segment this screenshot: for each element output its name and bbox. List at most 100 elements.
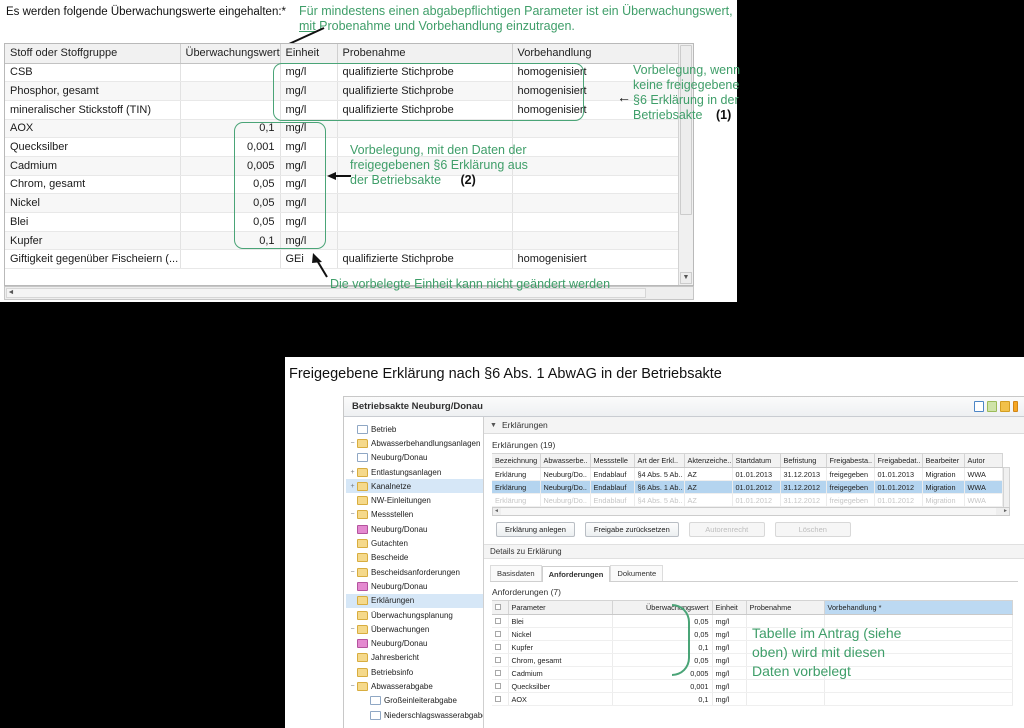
close-icon[interactable] xyxy=(1013,401,1018,412)
edit-icon[interactable] xyxy=(987,401,997,412)
tree-item-betrieb[interactable]: Betrieb xyxy=(346,422,483,436)
col-vorbehandlung[interactable]: Vorbehandlung * xyxy=(824,600,1013,615)
cell-probenahme[interactable]: qualifizierte Stichprobe xyxy=(337,81,513,101)
col-messstelle[interactable]: Messstelle xyxy=(590,453,635,468)
freigabe-zuruecksetzen-button[interactable]: Freigabe zurücksetzen xyxy=(584,522,679,537)
cell-probenahme[interactable]: qualifizierte Stichprobe xyxy=(337,63,513,83)
tree-item-gutachten[interactable]: Gutachten xyxy=(346,536,483,550)
cell-probenahme[interactable]: qualifizierte Stichprobe xyxy=(337,249,513,270)
cell-vorbehandlung[interactable]: homogenisiert xyxy=(512,249,680,270)
tree-item-neuburg-donau-ueberwachung[interactable]: Neuburg/Donau xyxy=(346,636,483,650)
tree-item-abwasserabgabe[interactable]: − Abwasserabgabe xyxy=(346,679,483,693)
col-select-all[interactable] xyxy=(492,600,509,615)
table-row[interactable]: Blei 0,05 mg/l xyxy=(5,212,680,232)
table-row[interactable]: CSB mg/l qualifizierte Stichprobe homogenis… xyxy=(5,63,680,83)
note-icon[interactable] xyxy=(1000,401,1010,412)
col-freigabestatus[interactable]: Freigabesta.. xyxy=(826,453,875,468)
table-row[interactable]: AOX 0,1 mg/l xyxy=(5,119,680,139)
erklaerung-anlegen-button[interactable]: Erklärung anlegen xyxy=(496,522,575,537)
checkbox-icon[interactable] xyxy=(495,630,501,637)
col-parameter[interactable]: Parameter xyxy=(508,600,613,615)
table-row[interactable]: Erklärung Neuburg/Do.. Endablauf §4 Abs.… xyxy=(492,493,1003,507)
col-freigabedatum[interactable]: Freigabedat.. xyxy=(874,453,923,468)
scroll-left-arrow-icon[interactable]: ◄ xyxy=(494,508,499,515)
scrollbar-thumb[interactable] xyxy=(501,508,996,515)
tree-item-jahresbericht[interactable]: Jahresbericht xyxy=(346,651,483,665)
col-startdatum[interactable]: Startdatum xyxy=(732,453,781,468)
erklaerungen-vertical-scrollbar[interactable] xyxy=(1003,467,1010,512)
table-row[interactable]: Nickel 0,05 mg/l xyxy=(5,193,680,213)
cell-vorbehandlung[interactable] xyxy=(512,212,680,232)
cell-vorbehandlung[interactable] xyxy=(512,231,680,251)
tree-item-neuburg-donau-bescheid[interactable]: Neuburg/Donau xyxy=(346,579,483,593)
col-stoff[interactable]: Stoff oder Stoffgruppe xyxy=(5,44,181,64)
section-header-erklaerungen[interactable]: ▼ Erklärungen xyxy=(484,417,1024,434)
checkbox-icon[interactable] xyxy=(495,669,501,676)
cell-wert[interactable] xyxy=(180,81,281,101)
tree-item-erklaerungen[interactable]: Erklärungen xyxy=(346,593,483,608)
erklaerungen-horizontal-scrollbar[interactable]: ◄ ► xyxy=(492,507,1010,516)
checkbox-icon[interactable] xyxy=(495,656,501,663)
cell-probenahme[interactable] xyxy=(337,119,513,139)
tree-item-abwasserbehandlungsanlagen[interactable]: − Abwasserbehandlungsanlagen xyxy=(346,436,483,450)
expander-icon[interactable]: + xyxy=(348,469,357,476)
antrag-grid[interactable]: Stoff oder Stoffgruppe Überwachungswert … xyxy=(4,43,694,286)
chevron-down-icon[interactable]: ▼ xyxy=(490,422,497,429)
expander-icon[interactable]: − xyxy=(348,440,357,447)
table-row[interactable]: mineralischer Stickstoff (TIN) mg/l qualif… xyxy=(5,100,680,120)
table-row[interactable]: Quecksilber 0,001 mg/l xyxy=(492,679,1013,693)
table-row[interactable]: Kupfer 0,1 mg/l xyxy=(5,231,680,251)
table-row[interactable]: AOX 0,1 mg/l xyxy=(492,692,1013,706)
expander-icon[interactable]: − xyxy=(348,683,357,690)
expander-icon[interactable]: + xyxy=(348,483,357,490)
table-row[interactable]: Erklärung Neuburg/Do.. Endablauf §6 Abs.… xyxy=(492,480,1003,494)
cell-checkbox[interactable] xyxy=(492,666,509,680)
cell-probenahme[interactable] xyxy=(337,231,513,251)
tree-item-messstellen[interactable]: − Messstellen xyxy=(346,508,483,522)
col-probenahme[interactable]: Probenahme xyxy=(337,44,513,64)
col-ueberwachungswert[interactable]: Überwachungswert xyxy=(180,44,281,64)
checkbox-icon[interactable] xyxy=(495,617,501,624)
col-autor[interactable]: Autor xyxy=(964,453,1003,468)
tree-item-niederschlagswasserabgabe[interactable]: Niederschlagswasserabgabe xyxy=(346,708,483,722)
restore-window-icon[interactable] xyxy=(974,401,984,412)
tree-item-neuburg-donau-messstelle[interactable]: Neuburg/Donau xyxy=(346,522,483,536)
cell-wert[interactable]: 0,05 xyxy=(180,193,281,213)
cell-wert[interactable]: 0,05 xyxy=(180,212,281,232)
cell-wert[interactable]: 0,1 xyxy=(180,231,281,251)
cell-probenahme[interactable]: qualifizierte Stichprobe xyxy=(337,100,513,120)
cell-wert[interactable] xyxy=(180,100,281,120)
checkbox-icon[interactable] xyxy=(495,695,501,702)
col-bearbeiter[interactable]: Bearbeiter xyxy=(922,453,965,468)
checkbox-icon[interactable] xyxy=(495,604,501,610)
table-row[interactable]: Erklärung Neuburg/Do.. Endablauf §4 Abs.… xyxy=(492,467,1003,481)
expander-icon[interactable]: − xyxy=(348,511,357,518)
checkbox-icon[interactable] xyxy=(495,682,501,689)
cell-wert[interactable]: 0,05 xyxy=(180,175,281,195)
col-einheit[interactable]: Einheit xyxy=(712,600,747,615)
cell-probenahme[interactable] xyxy=(337,212,513,232)
tree-item-grosseinleiterabgabe[interactable]: Großeinleiterabgabe xyxy=(346,694,483,708)
col-einheit[interactable]: Einheit xyxy=(280,44,338,64)
tree-item-bescheide[interactable]: Bescheide xyxy=(346,551,483,565)
tree-item-entlastungsanlagen[interactable]: + Entlastungsanlagen xyxy=(346,465,483,479)
col-ueberwachungswert[interactable]: Überwachungswert xyxy=(612,600,713,615)
scroll-left-arrow-icon[interactable]: ◄ xyxy=(6,288,16,298)
tab-dokumente[interactable]: Dokumente xyxy=(610,565,664,581)
col-art-der-erkl[interactable]: Art der Erkl.. xyxy=(634,453,685,468)
expander-icon[interactable]: − xyxy=(348,569,357,576)
cell-wert[interactable]: 0,005 xyxy=(180,156,281,176)
cell-probenahme[interactable] xyxy=(337,193,513,213)
table-row[interactable]: Giftigkeit gegenüber Fischeiern (... GEi q… xyxy=(5,249,680,270)
tree-item-ueberwachungen[interactable]: − Überwachungen xyxy=(346,622,483,636)
col-aktenzeichen[interactable]: Aktenzeiche.. xyxy=(684,453,733,468)
tree-item-bescheidsanforderungen[interactable]: − Bescheidsanforderungen xyxy=(346,565,483,579)
cell-wert[interactable]: 0,001 xyxy=(180,137,281,157)
cell-wert[interactable] xyxy=(180,249,281,270)
cell-checkbox[interactable] xyxy=(492,679,509,693)
cell-checkbox[interactable] xyxy=(492,653,509,667)
table-row[interactable]: Phosphor, gesamt mg/l qualifizierte Stichp… xyxy=(5,81,680,101)
expander-icon[interactable]: − xyxy=(348,626,357,633)
tree-item-kanalnetze[interactable]: + Kanalnetze xyxy=(346,479,483,494)
cell-wert[interactable]: 0,1 xyxy=(180,119,281,139)
